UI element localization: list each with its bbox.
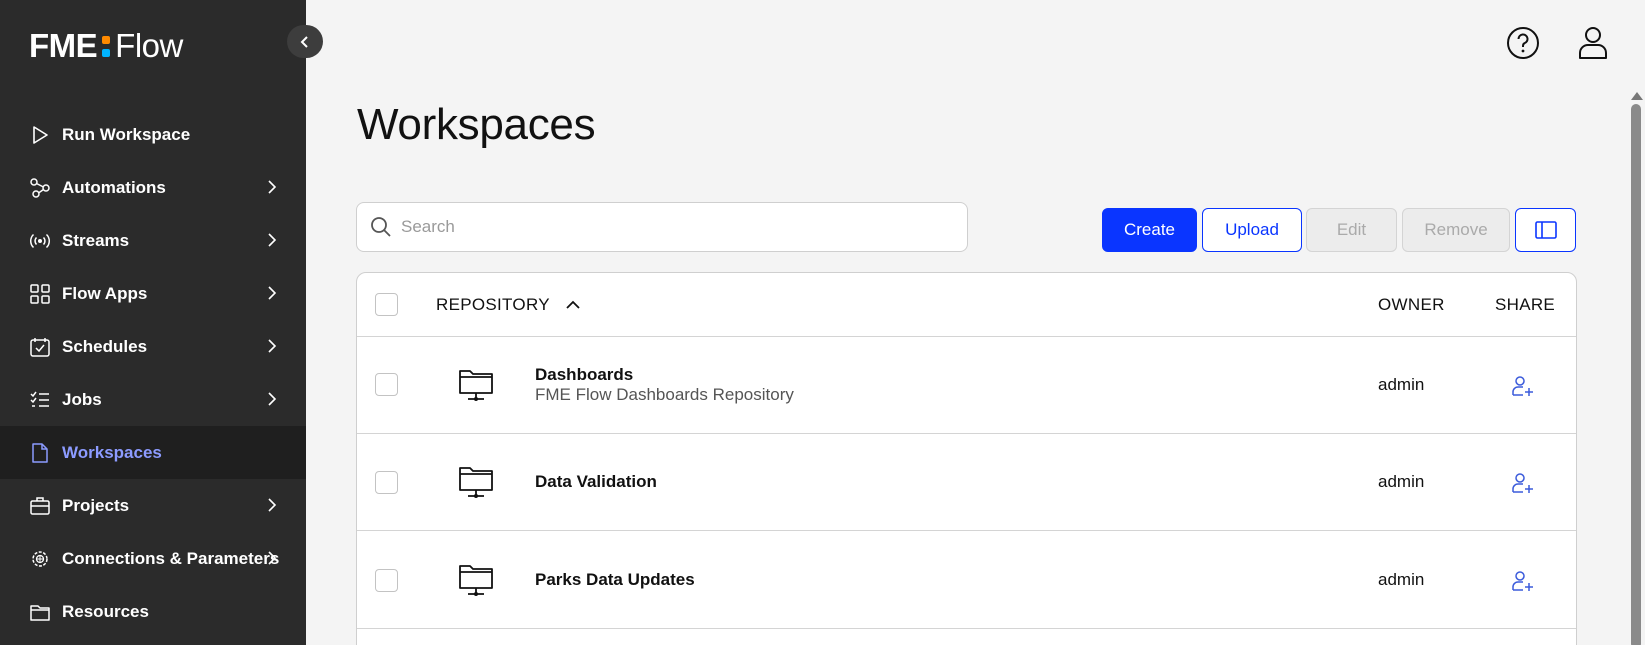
page-title: Workspaces <box>357 100 596 149</box>
sidebar: FME Flow Run Workspace Automations Strea… <box>0 0 306 645</box>
search-box[interactable] <box>356 202 968 252</box>
edit-button[interactable]: Edit <box>1306 208 1397 252</box>
sidebar-item-schedules[interactable]: Schedules <box>0 320 306 373</box>
sidebar-nav: Run Workspace Automations Streams Flow A… <box>0 108 306 638</box>
sidebar-item-streams[interactable]: Streams <box>0 214 306 267</box>
sidebar-item-automations[interactable]: Automations <box>0 161 306 214</box>
repository-name[interactable]: Dashboards <box>535 365 633 385</box>
sidebar-item-label: Schedules <box>62 336 148 356</box>
repository-name[interactable]: Data Validation <box>535 472 657 492</box>
search-input[interactable] <box>401 217 941 237</box>
broadcast-icon <box>29 230 51 252</box>
sidebar-item-label: Resources <box>62 601 149 621</box>
play-icon <box>29 124 51 146</box>
chevron-right-icon <box>268 180 277 194</box>
sidebar-item-label: Run Workspace <box>62 124 191 144</box>
repository-folder-icon <box>459 370 493 401</box>
sidebar-item-label: Connections & Parameters <box>62 548 280 568</box>
select-all-checkbox[interactable] <box>375 293 398 316</box>
page-scrollbar[interactable] <box>1627 88 1645 645</box>
table-row[interactable]: Dashboards FME Flow Dashboards Repositor… <box>357 337 1576 434</box>
share-user-plus-icon[interactable] <box>1511 569 1535 593</box>
create-button[interactable]: Create <box>1102 208 1197 252</box>
chevron-right-icon <box>268 339 277 353</box>
scroll-thumb[interactable] <box>1631 104 1641 645</box>
upload-button[interactable]: Upload <box>1202 208 1302 252</box>
column-header-share: SHARE <box>1495 295 1556 314</box>
briefcase-icon <box>29 495 51 517</box>
share-user-plus-icon[interactable] <box>1511 374 1535 398</box>
remove-button[interactable]: Remove <box>1402 208 1510 252</box>
sidebar-item-connections-parameters[interactable]: Connections & Parameters <box>0 532 306 585</box>
repository-folder-icon <box>459 565 493 596</box>
gear-globe-icon <box>29 548 51 570</box>
chevron-right-icon <box>268 551 277 565</box>
repository-owner: admin <box>1378 570 1425 589</box>
sidebar-item-jobs[interactable]: Jobs <box>0 373 306 426</box>
repository-owner: admin <box>1378 375 1425 394</box>
sidebar-item-label: Automations <box>62 177 166 197</box>
repository-owner: admin <box>1378 472 1425 491</box>
repository-name[interactable]: Parks Data Updates <box>535 570 695 590</box>
chevron-right-icon <box>268 286 277 300</box>
sidebar-item-label: Flow Apps <box>62 283 148 303</box>
search-icon <box>371 217 391 237</box>
logo-text-fme: FME <box>29 27 98 64</box>
sidebar-item-run-workspace[interactable]: Run Workspace <box>0 108 306 161</box>
row-checkbox[interactable] <box>375 569 398 592</box>
sort-ascending-icon[interactable] <box>564 296 582 314</box>
sidebar-item-label: Projects <box>62 495 130 515</box>
column-header-repository[interactable]: REPOSITORY <box>436 295 550 315</box>
folder-icon <box>29 601 51 623</box>
document-icon <box>29 442 51 464</box>
help-circle-icon <box>1507 27 1539 59</box>
sidebar-item-resources[interactable]: Resources <box>0 585 306 638</box>
sidebar-item-label: Workspaces <box>62 442 162 462</box>
sidebar-item-label: Streams <box>62 230 130 250</box>
column-header-owner: OWNER <box>1378 295 1445 314</box>
row-checkbox[interactable] <box>375 373 398 396</box>
chevron-right-icon <box>268 392 277 406</box>
sidebar-item-label: Jobs <box>62 389 102 409</box>
apps-grid-icon <box>29 283 51 305</box>
share-user-plus-icon[interactable] <box>1511 471 1535 495</box>
chevron-left-icon <box>300 35 308 48</box>
logo-dots <box>102 35 111 57</box>
sidebar-item-projects[interactable]: Projects <box>0 479 306 532</box>
table-header: REPOSITORY OWNER SHARE <box>357 273 1576 337</box>
chevron-right-icon <box>268 498 277 512</box>
repository-folder-icon <box>459 467 493 498</box>
checklist-icon <box>29 389 51 411</box>
column-settings-button[interactable] <box>1515 208 1576 252</box>
scroll-up-arrow-icon[interactable] <box>1631 92 1643 100</box>
table-row[interactable]: Data Validation admin <box>357 434 1576 531</box>
sidebar-item-flow-apps[interactable]: Flow Apps <box>0 267 306 320</box>
columns-icon <box>1534 221 1557 239</box>
sidebar-item-workspaces[interactable]: Workspaces <box>0 426 306 479</box>
repositories-table: REPOSITORY OWNER SHARE Dashboards FME Fl… <box>356 272 1577 645</box>
fme-flow-logo[interactable]: FME Flow <box>29 27 183 64</box>
automations-icon <box>29 177 51 199</box>
table-row[interactable]: Parks Data Updates admin <box>357 531 1576 629</box>
repository-description: FME Flow Dashboards Repository <box>535 385 794 404</box>
chevron-right-icon <box>268 233 277 247</box>
logo-text-flow: Flow <box>115 27 183 64</box>
calendar-check-icon <box>29 336 51 358</box>
collapse-sidebar-button[interactable] <box>287 25 323 58</box>
row-checkbox[interactable] <box>375 471 398 494</box>
user-menu-button[interactable] <box>1576 24 1610 60</box>
user-icon <box>1579 27 1607 59</box>
help-button[interactable] <box>1506 26 1540 60</box>
